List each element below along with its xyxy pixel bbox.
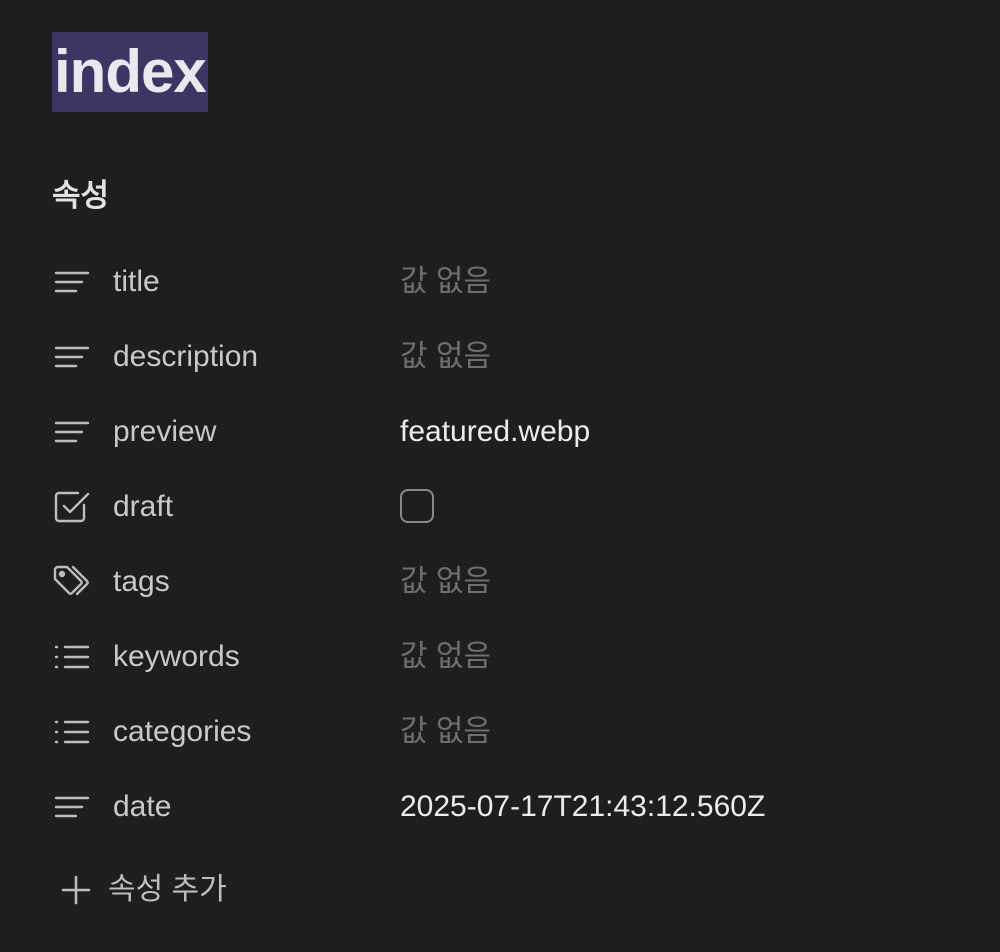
plus-icon — [61, 875, 91, 905]
property-key[interactable]: title — [113, 262, 160, 302]
draft-checkbox[interactable] — [400, 489, 434, 523]
property-value[interactable]: 값 없음 — [400, 262, 491, 302]
property-value[interactable]: 값 없음 — [400, 637, 491, 677]
property-key[interactable]: draft — [113, 487, 173, 527]
property-row-categories: categories 값 없음 — [52, 695, 952, 770]
property-key[interactable]: tags — [113, 562, 170, 602]
property-key[interactable]: categories — [113, 712, 251, 752]
text-lines-icon[interactable] — [52, 264, 92, 300]
property-value[interactable]: 값 없음 — [400, 712, 491, 752]
property-value[interactable]: 2025-07-17T21:43:12.560Z — [400, 787, 765, 827]
text-lines-icon[interactable] — [52, 339, 92, 375]
property-key[interactable]: keywords — [113, 637, 240, 677]
property-key[interactable]: preview — [113, 412, 216, 452]
text-lines-icon[interactable] — [52, 789, 92, 825]
add-property-label: 속성 추가 — [108, 873, 227, 906]
text-lines-icon[interactable] — [52, 414, 92, 450]
property-row-date: date 2025-07-17T21:43:12.560Z — [52, 770, 952, 845]
property-row-preview: preview featured.webp — [52, 395, 952, 470]
checkbox-icon[interactable] — [52, 489, 92, 525]
property-row-keywords: keywords 값 없음 — [52, 620, 952, 695]
property-row-draft: draft — [52, 470, 952, 545]
note-title[interactable]: index — [52, 32, 208, 112]
properties-list: title 값 없음 description 값 없음 preview feat… — [52, 245, 952, 845]
list-icon[interactable] — [52, 639, 92, 675]
property-value[interactable]: featured.webp — [400, 412, 590, 452]
properties-heading[interactable]: 속성 — [52, 176, 109, 216]
add-property-button[interactable]: 속성 추가 — [60, 868, 227, 912]
property-key[interactable]: description — [113, 337, 258, 377]
property-row-description: description 값 없음 — [52, 320, 952, 395]
list-icon[interactable] — [52, 714, 92, 750]
properties-panel: index 속성 title 값 없음 description 값 없음 pre… — [0, 0, 1000, 952]
property-value[interactable]: 값 없음 — [400, 562, 491, 602]
property-value[interactable]: 값 없음 — [400, 337, 491, 377]
property-row-tags: tags 값 없음 — [52, 545, 952, 620]
property-row-title: title 값 없음 — [52, 245, 952, 320]
property-key[interactable]: date — [113, 787, 171, 827]
tags-icon[interactable] — [52, 564, 92, 600]
